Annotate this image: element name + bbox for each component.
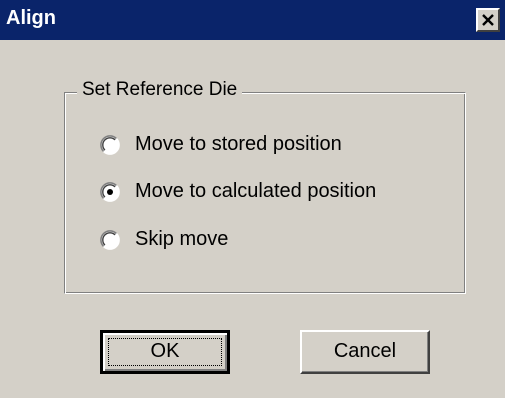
cancel-button[interactable]: Cancel bbox=[300, 330, 430, 374]
align-dialog: Align Set Reference Die Move to stored p… bbox=[0, 0, 505, 398]
window-title: Align bbox=[6, 7, 56, 29]
title-bar[interactable]: Align bbox=[0, 0, 505, 40]
close-icon bbox=[482, 14, 494, 26]
cancel-button-label: Cancel bbox=[333, 340, 397, 362]
ok-button[interactable]: OK bbox=[100, 330, 230, 374]
ok-button-label: OK bbox=[150, 340, 180, 362]
radio-label-skip: Skip move bbox=[135, 228, 229, 250]
radio-button-icon[interactable] bbox=[100, 135, 120, 155]
radio-button-icon[interactable] bbox=[100, 182, 120, 202]
radio-label-stored: Move to stored position bbox=[135, 133, 342, 155]
groupbox-legend: Set Reference Die bbox=[77, 79, 243, 101]
radio-button-icon[interactable] bbox=[100, 230, 120, 250]
radio-label-calculated: Move to calculated position bbox=[135, 180, 377, 202]
close-button[interactable] bbox=[476, 8, 500, 32]
